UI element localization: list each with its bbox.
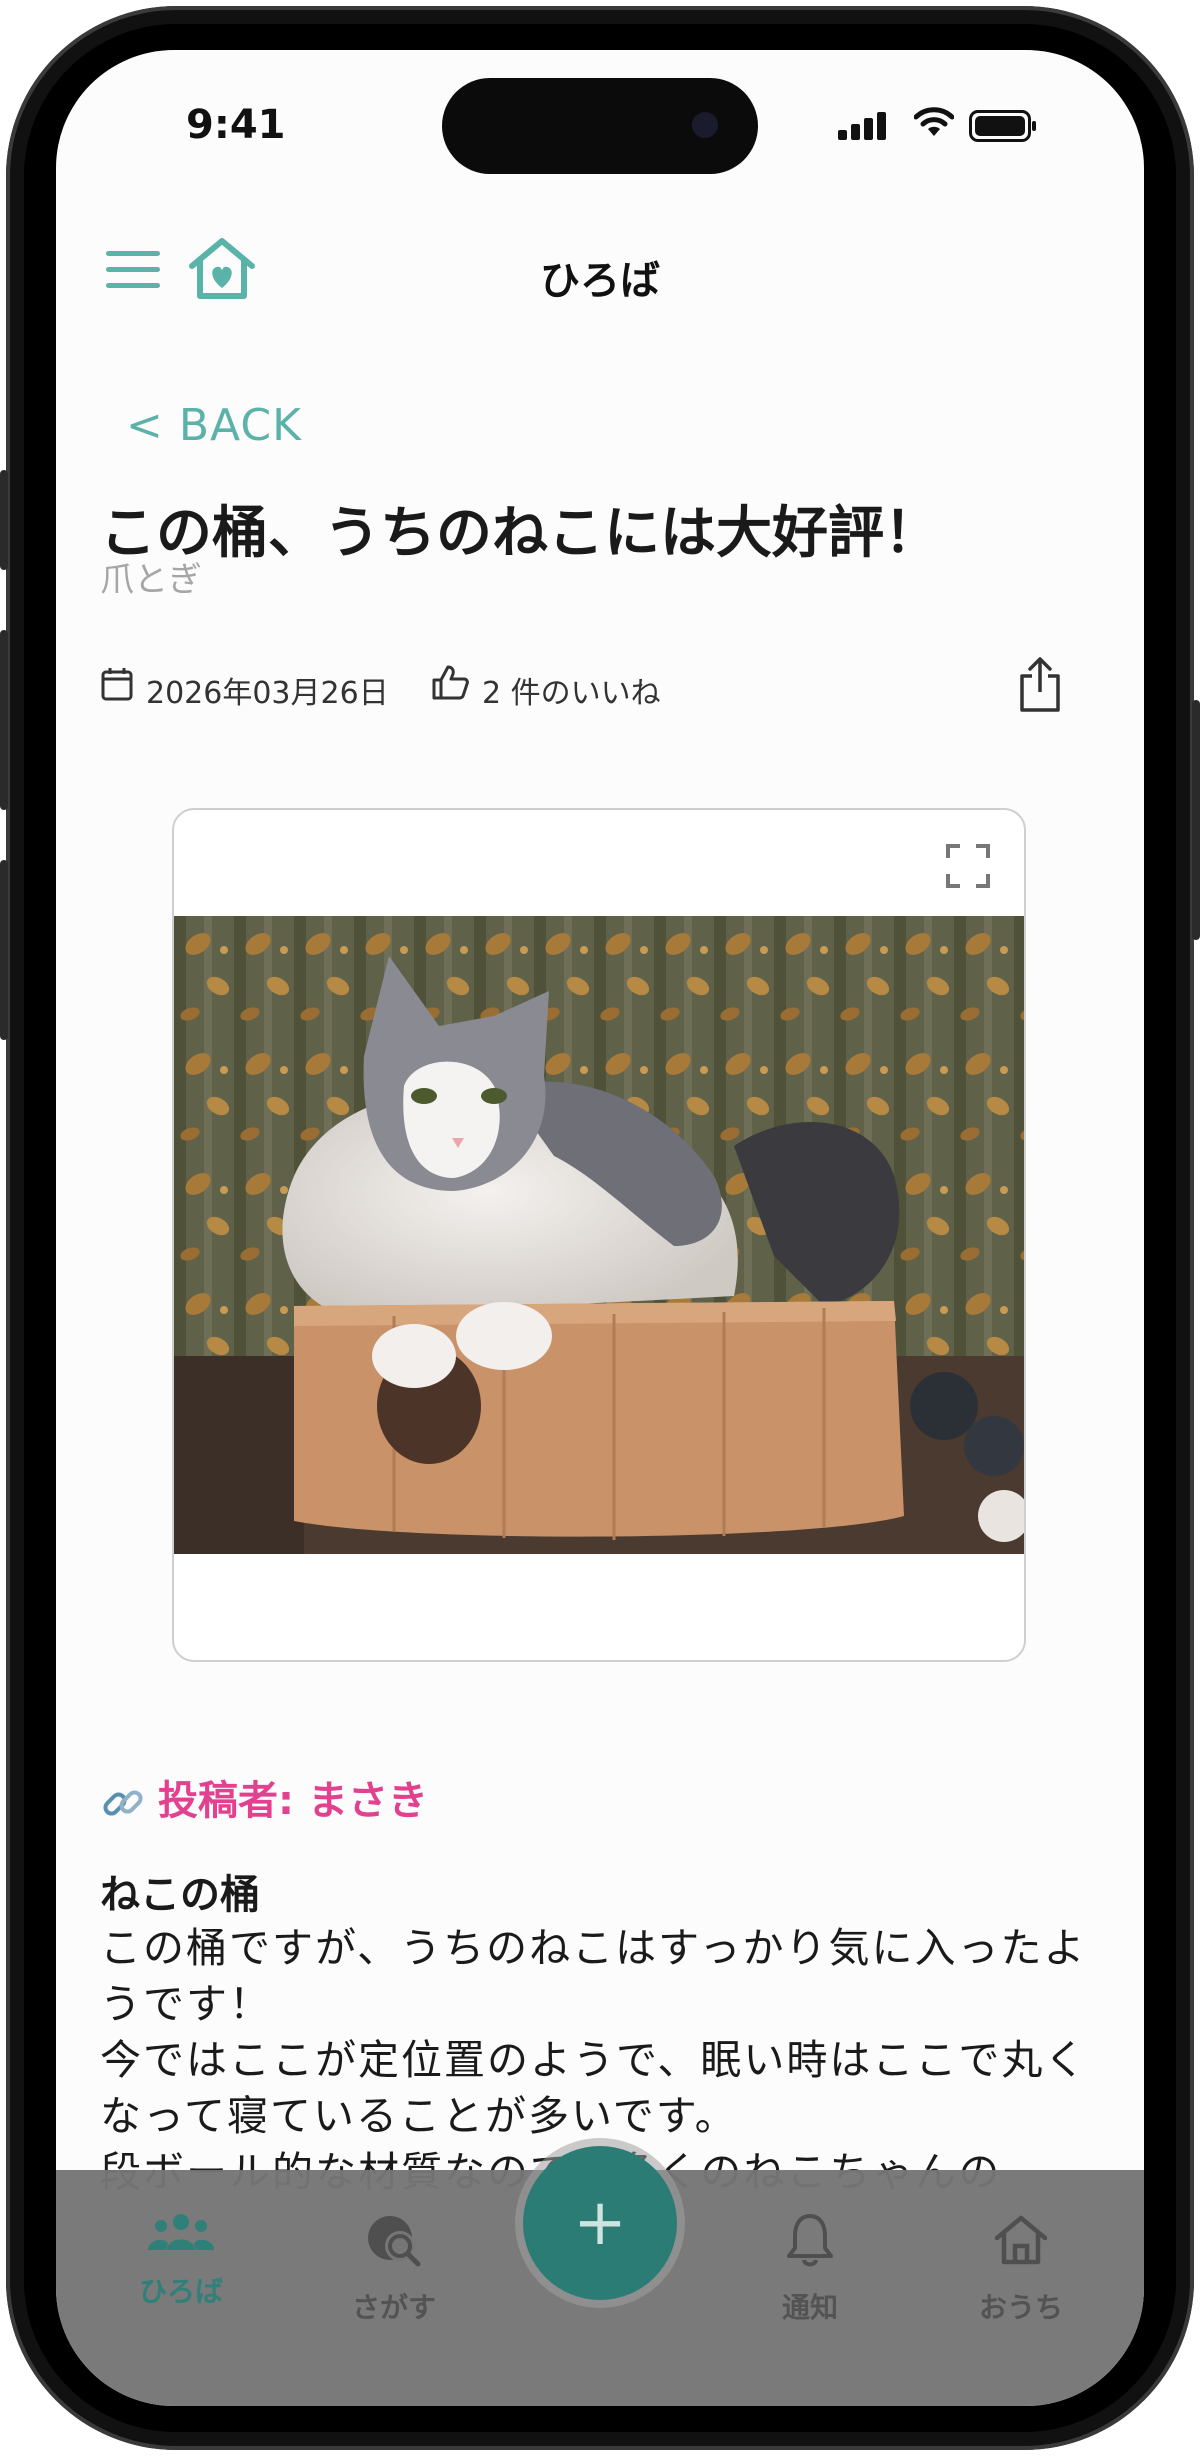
action-button [0,470,8,570]
tab-label: ひろば [138,2275,223,2308]
body-title: ねこの桶 [100,1872,260,1918]
post-category: 爪とぎ [100,560,202,600]
poster-name: 投稿者: まさき [158,1778,428,1824]
wifi-icon [914,107,954,136]
volume-down-button [0,860,8,1040]
plus-icon: + [573,2186,627,2260]
link-icon [103,1790,143,1816]
tab-notifications[interactable]: 通知 [735,2212,885,2326]
home-icon [994,2215,1048,2265]
search-globe-icon [368,2216,421,2267]
page-title: ひろば [540,258,660,304]
like-count: 2 件のいいね [482,676,661,711]
back-button[interactable]: < BACK [126,400,302,451]
battery-icon [969,110,1036,142]
cellular-signal-icon [838,112,890,140]
poster-link[interactable]: 投稿者: まさき [100,1768,428,1826]
fullscreen-icon[interactable] [946,844,990,888]
tab-home[interactable]: おうち [946,2212,1096,2326]
status-bar: 9:41 [56,50,1144,200]
share-icon[interactable] [1018,656,1062,714]
tab-label: おうち [978,2291,1063,2324]
camera-icon [692,112,718,138]
group-icon [148,2214,214,2250]
screen: 9:41 ひろば < BACK この桶、うちのねこには大好評！ 爪とぎ 2026… [56,50,1144,2406]
volume-up-button [0,630,8,810]
cat-photo [174,916,1024,1554]
calendar-icon [101,668,133,701]
create-post-button[interactable]: + [523,2146,677,2300]
tab-sagasu[interactable]: さがす [319,2212,469,2326]
thumbs-up-icon[interactable] [430,664,470,702]
status-time: 9:41 [186,102,286,148]
image-card[interactable] [172,808,1026,1662]
post-date: 2026年03月26日 [146,676,389,711]
tab-hiroba[interactable]: ひろば [106,2212,256,2310]
tab-label: 通知 [781,2291,838,2324]
dynamic-island [442,78,758,174]
post-title: この桶、うちのねこには大好評！ [100,501,940,566]
bell-icon [787,2214,833,2267]
power-button [1192,700,1200,940]
tab-label: さがす [351,2291,436,2324]
